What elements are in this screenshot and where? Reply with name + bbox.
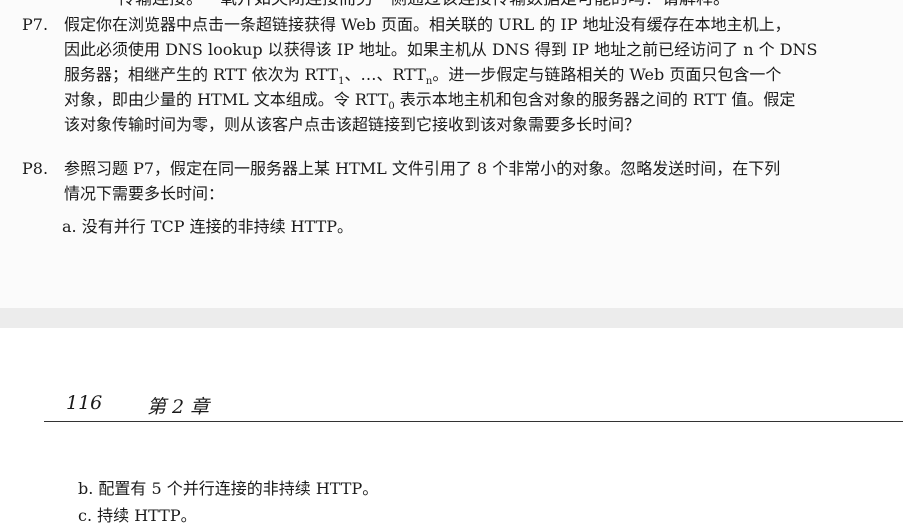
problem-item-a: a. 没有并行 TCP 连接的非持续 HTTP。 (62, 217, 354, 236)
problem-item-b: b. 配置有 5 个并行连接的非持续 HTTP。 (78, 479, 379, 498)
problem-p7: P7. 假定你在浏览器中点击一条超链接获得 Web 页面。相关联的 URL 的 … (22, 12, 892, 137)
problem-text-line: 情况下需要多长时间： (64, 184, 225, 203)
text-segment: 服务器；相继产生的 RTT 依次为 RTT (64, 65, 339, 84)
text-segment: 、…、RTT (344, 65, 426, 84)
page-separator (0, 308, 903, 328)
problem-text-line: 对象，即由少量的 HTML 文本组成。令 RTT0 表示本地主机和包含对象的服务… (22, 87, 892, 112)
problem-text-line: 因此必须使用 DNS lookup 以获得该 IP 地址。如果主机从 DNS 得… (64, 40, 818, 59)
problem-item-c: c. 持续 HTTP。 (78, 506, 197, 525)
text-segment: 。进一步假定与链路相关的 Web 页面只包含一个 (432, 65, 782, 84)
problem-text-line: 假定你在浏览器中点击一条超链接获得 Web 页面。相关联的 URL 的 IP 地… (64, 15, 791, 34)
top-page: 传输连接。一氧开如央闭连接而另一侧通过该连接传输数据是可能的吗？请解释。 P7.… (0, 0, 903, 308)
problem-number: P7. (22, 15, 49, 34)
problem-text-line: 该对象传输时间为零，则从该客户点击该超链接到它接收到该对象需要多长时间？ (64, 115, 641, 134)
problem-text-line: 参照习题 P7，假定在同一服务器上某 HTML 文件引用了 8 个非常小的对象。… (64, 159, 781, 178)
text-segment: 对象，即由少量的 HTML 文本组成。令 RTT (64, 90, 389, 109)
bottom-page (0, 328, 903, 532)
text-segment: 表示本地主机和包含对象的服务器之间的 RTT 值。假定 (394, 90, 796, 109)
page-number: 116 (66, 392, 103, 414)
cutoff-text-line: 传输连接。一氧开如央闭连接而另一侧通过该连接传输数据是可能的吗？请解释。 (118, 0, 730, 8)
problem-p8: P8. 参照习题 P7，假定在同一服务器上某 HTML 文件引用了 8 个非常小… (22, 156, 892, 206)
header-rule (44, 421, 903, 422)
problem-number: P8. (22, 159, 49, 178)
chapter-label: 第 2 章 (147, 396, 210, 418)
problem-text-line: 服务器；相继产生的 RTT 依次为 RTT1、…、RTTn。进一步假定与链路相关… (22, 62, 892, 87)
